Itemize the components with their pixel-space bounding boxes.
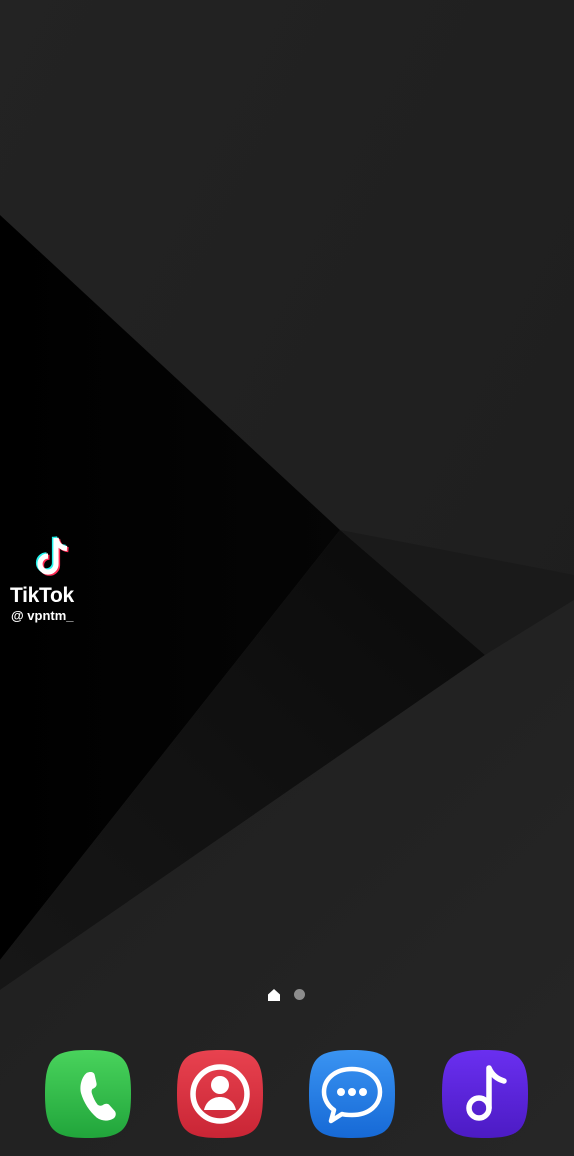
app-dock	[0, 1046, 574, 1142]
tiktok-username: @ vpntm_	[11, 608, 74, 623]
page-indicator[interactable]	[266, 987, 310, 1003]
phone-handset-icon	[45, 1050, 131, 1138]
music-note-icon	[442, 1050, 528, 1138]
phone-app-button[interactable]	[43, 1048, 133, 1140]
home-screen: TikTok @ vpntm_	[0, 0, 574, 1156]
messages-app-button[interactable]	[307, 1048, 397, 1140]
page-dot	[294, 989, 305, 1000]
wallpaper	[0, 0, 574, 1156]
contacts-app-button[interactable]	[175, 1048, 265, 1140]
home-icon	[268, 989, 280, 1001]
tiktok-brand-name: TikTok	[10, 584, 74, 607]
chat-bubble-icon	[309, 1050, 395, 1138]
person-icon	[177, 1050, 263, 1138]
tiktok-logo-icon	[35, 536, 69, 576]
music-app-button[interactable]	[440, 1048, 530, 1140]
